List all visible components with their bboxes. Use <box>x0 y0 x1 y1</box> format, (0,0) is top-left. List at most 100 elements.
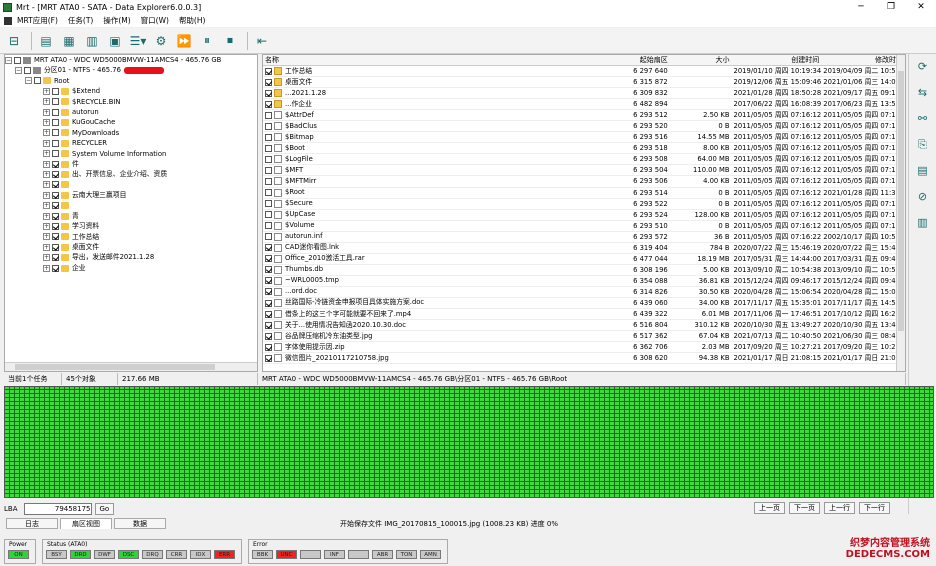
tree-checkbox[interactable] <box>52 119 59 127</box>
next-page-button[interactable]: 下一页 <box>789 502 820 514</box>
stop-icon[interactable]: ⏹ <box>220 31 240 51</box>
table-row[interactable]: 丝路国际-冷链资金申报项目具体实施方案.doc 6 439 060 34.00 KB… <box>263 298 905 310</box>
row-checkbox[interactable] <box>265 211 272 219</box>
row-checkbox[interactable] <box>265 111 272 119</box>
menu-item-app[interactable]: MRT应用(F) <box>12 15 63 26</box>
tab-data[interactable]: 数据 <box>114 518 166 529</box>
col-sector[interactable]: 起始扇区 <box>590 55 670 65</box>
col-name[interactable]: 名称 <box>263 55 590 65</box>
row-checkbox[interactable] <box>265 332 272 340</box>
lba-input[interactable] <box>23 503 92 515</box>
table-row[interactable]: $Boot 6 293 518 8.00 KB 2011/05/05 周四 07:16… <box>263 143 905 155</box>
tree-item[interactable]: + RECYCLER <box>5 138 257 148</box>
row-checkbox[interactable] <box>265 299 272 307</box>
document-icon[interactable]: ▥ <box>82 31 102 51</box>
tree-item[interactable]: + 导出，发送邮件2021.1.28 <box>5 252 257 262</box>
row-checkbox[interactable] <box>265 288 272 296</box>
tree-checkbox[interactable] <box>52 254 59 262</box>
table-row[interactable]: $MFTMirr 6 293 506 4.00 KB 2011/05/05 周四 07… <box>263 176 905 188</box>
table-row[interactable]: $Volume 6 293 510 0 B 2011/05/05 周四 07:16:1… <box>263 221 905 232</box>
tree-device[interactable]: − MRT ATA0 - WDC WD5000BMVW-11AMCS4 - 46… <box>5 55 257 65</box>
tree-item[interactable]: + 企业 <box>5 263 257 273</box>
row-checkbox[interactable] <box>265 277 272 285</box>
expand-icon[interactable]: + <box>43 139 50 147</box>
table-row[interactable]: $BadClus 6 293 520 0 B 2011/05/05 周四 07:16:… <box>263 121 905 133</box>
row-checkbox[interactable] <box>265 89 272 97</box>
row-checkbox[interactable] <box>265 155 272 163</box>
table-row[interactable]: 微信图片_20210117210758.jpg 6 308 620 94.38 KB… <box>263 353 905 365</box>
list-dropdown-icon[interactable]: ☰▾ <box>128 31 148 51</box>
tree-item[interactable]: + KuGouCache <box>5 117 257 127</box>
pause-icon[interactable]: ⏸ <box>197 31 217 51</box>
table-row[interactable]: 工作总结 6 297 640 2019/01/10 周四 10:19:34 2019/… <box>263 66 905 78</box>
tree-root[interactable]: − Root <box>5 76 257 86</box>
row-checkbox[interactable] <box>265 266 272 274</box>
disk-icon[interactable]: ⊟ <box>4 31 24 51</box>
tree-checkbox[interactable] <box>52 202 59 210</box>
expand-icon[interactable]: + <box>43 119 50 127</box>
table-row[interactable]: $Root 6 293 514 0 B 2011/05/05 周四 07:16:12 2… <box>263 188 905 199</box>
row-checkbox[interactable] <box>265 122 272 130</box>
properties-icon[interactable]: ▥ <box>914 216 932 236</box>
table-row[interactable]: 桌面文件 6 315 872 2019/12/06 周五 15:09:46 2021/… <box>263 77 905 89</box>
tree-item[interactable]: + 青 <box>5 211 257 221</box>
row-checkbox[interactable] <box>265 200 272 208</box>
tree-checkbox[interactable] <box>34 77 41 85</box>
row-checkbox[interactable] <box>265 310 272 318</box>
col-size[interactable]: 大小 <box>670 55 732 65</box>
table-row[interactable]: $AttrDef 6 293 512 2.50 KB 2011/05/05 周四 07… <box>263 110 905 122</box>
expand-icon[interactable]: + <box>43 243 50 251</box>
table-row[interactable]: ...作企业 6 482 894 2017/06/22 周四 16:08:39 201… <box>263 99 905 111</box>
expand-icon[interactable]: + <box>43 222 50 230</box>
row-checkbox[interactable] <box>265 222 272 230</box>
expand-icon[interactable]: + <box>43 98 50 106</box>
table-row[interactable]: autorun.inf 6 293 572 36 B 2011/05/05 周四 07… <box>263 232 905 243</box>
tree-checkbox[interactable] <box>52 233 59 241</box>
tree-checkbox[interactable] <box>52 129 59 137</box>
tree-item[interactable]: + 云南大理三赢项目 <box>5 190 257 200</box>
col-created[interactable]: 创建时间 <box>732 55 822 65</box>
collapse-icon[interactable]: − <box>25 77 32 85</box>
table-row[interactable]: ~WRL0005.tmp 6 354 088 36.81 KB 2015/12/24 … <box>263 276 905 287</box>
table-row[interactable]: 借条上的这三个字可能就要不回来了.mp4 6 439 322 6.01 MB 2017… <box>263 309 905 321</box>
next-line-button[interactable]: 下一行 <box>859 502 890 514</box>
row-checkbox[interactable] <box>265 144 272 152</box>
expand-icon[interactable]: + <box>43 202 50 210</box>
row-checkbox[interactable] <box>265 244 272 252</box>
tree-checkbox[interactable] <box>52 108 59 116</box>
tree-hscrollbar[interactable] <box>5 362 257 371</box>
tree-partition[interactable]: − 分区01 - NTFS - 465.76 <box>5 65 257 75</box>
expand-icon[interactable]: + <box>43 129 50 137</box>
row-checkbox[interactable] <box>265 78 272 86</box>
go-button[interactable]: Go <box>94 503 115 515</box>
copy-icon[interactable]: ▣ <box>105 31 125 51</box>
tree-checkbox[interactable] <box>52 243 59 251</box>
tree-checkbox[interactable] <box>14 56 21 64</box>
tree-checkbox[interactable] <box>52 150 59 158</box>
row-checkbox[interactable] <box>265 233 272 241</box>
table-row[interactable]: $UpCase 6 293 524 128.00 KB 2011/05/05 周四 0… <box>263 210 905 221</box>
menu-item-task[interactable]: 任务(T) <box>63 15 98 26</box>
expand-icon[interactable]: + <box>43 191 50 199</box>
expand-icon[interactable]: + <box>43 254 50 262</box>
tree-checkbox[interactable] <box>52 264 59 272</box>
tree-checkbox[interactable] <box>52 87 59 95</box>
row-checkbox[interactable] <box>265 100 272 108</box>
tree-item[interactable]: + $RECYCLE.BIN <box>5 97 257 107</box>
row-checkbox[interactable] <box>265 166 272 174</box>
expand-icon[interactable]: + <box>43 170 50 178</box>
table-row[interactable]: $LogFile 6 293 508 64.00 MB 2011/05/05 周四 0… <box>263 154 905 166</box>
expand-icon[interactable]: + <box>43 233 50 241</box>
tree-item[interactable]: + <box>5 200 257 210</box>
back-icon[interactable]: ⇤ <box>252 31 272 51</box>
expand-icon[interactable]: + <box>43 150 50 158</box>
tree-item[interactable]: + autorun <box>5 107 257 117</box>
prev-line-button[interactable]: 上一行 <box>824 502 855 514</box>
table-row[interactable]: CAD迷你看图.lnk 6 319 404 784 B 2020/07/22 周三 1… <box>263 243 905 254</box>
table-row[interactable]: $Bitmap 6 293 516 14.55 MB 2011/05/05 周四 07… <box>263 132 905 144</box>
row-checkbox[interactable] <box>265 189 272 197</box>
prev-page-button[interactable]: 上一页 <box>754 502 785 514</box>
expand-icon[interactable]: + <box>43 264 50 272</box>
tree-checkbox[interactable] <box>52 222 59 230</box>
scan-icon[interactable]: ▤ <box>36 31 56 51</box>
